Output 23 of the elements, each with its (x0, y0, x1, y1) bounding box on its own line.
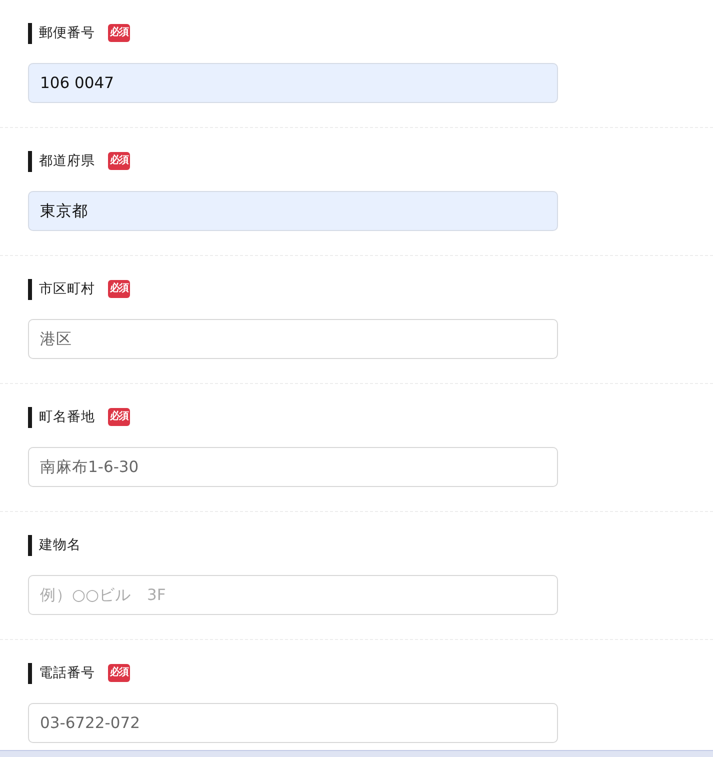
field-label: 建物名 (39, 536, 81, 555)
required-badge: 必須 (108, 280, 130, 298)
field-label: 市区町村 (39, 280, 95, 299)
field-label: 郵便番号 (39, 24, 95, 43)
field-label: 都道府県 (39, 152, 95, 171)
input-field[interactable]: 南麻布1-6-30 (28, 447, 558, 487)
field-label: 電話番号 (39, 664, 95, 683)
required-badge: 必須 (108, 408, 130, 426)
required-badge: 必須 (108, 664, 130, 682)
label-bar (28, 22, 32, 44)
required-badge: 必須 (108, 152, 130, 170)
label-bar (28, 150, 32, 172)
input-field[interactable]: 例）○○ビル 3F (28, 575, 558, 615)
label-bar (28, 534, 32, 556)
label-bar (28, 278, 32, 300)
required-badge: 必須 (108, 24, 130, 42)
input-field[interactable]: 東京都 (28, 191, 558, 231)
label-bar (28, 406, 32, 428)
input-field[interactable]: 03-6722-072 (28, 703, 558, 743)
input-field[interactable]: 港区 (28, 319, 558, 359)
input-field[interactable]: 106 0047 (28, 63, 558, 103)
field-label: 町名番地 (39, 408, 95, 427)
label-bar (28, 662, 32, 684)
